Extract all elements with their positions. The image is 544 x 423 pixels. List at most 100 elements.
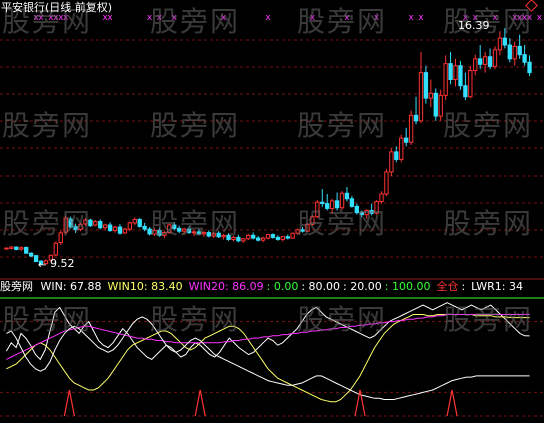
- candle-body: [157, 229, 162, 236]
- candle-body: [389, 151, 394, 173]
- candle-body: [413, 114, 419, 122]
- chart-stage: xxxxxxxxxxxxxxxxxxxxxxxxxx 股旁网 股旁网 股旁网 股…: [0, 0, 544, 423]
- candle-body: [147, 228, 152, 235]
- candle-body: [152, 229, 157, 235]
- x-marker: x: [38, 13, 44, 23]
- candle-body: [473, 58, 478, 72]
- candle-body: [374, 201, 379, 214]
- candle-body: [255, 237, 261, 241]
- candle-body: [404, 137, 409, 143]
- x-marker: x: [172, 13, 178, 23]
- candle-body: [320, 201, 325, 205]
- x-marker: x: [527, 13, 533, 23]
- indicator-value: : 80.00: [301, 280, 341, 293]
- candle-body: [300, 229, 305, 232]
- candle-body: [221, 234, 226, 238]
- candle-body: [443, 63, 448, 96]
- candle-body: [4, 247, 9, 250]
- candle-body: [482, 56, 488, 65]
- x-marker: x: [408, 13, 414, 23]
- x-marker: x: [344, 13, 350, 23]
- indicator-value: WIN: 67.88: [40, 280, 102, 293]
- candle-body: [132, 218, 137, 224]
- candle-body: [394, 151, 399, 160]
- price-low-label: 9.52: [50, 257, 75, 270]
- candle-body: [453, 65, 458, 80]
- candle-body: [181, 228, 187, 232]
- candle-body: [468, 70, 473, 98]
- x-marker: x: [221, 13, 227, 23]
- indicator-values: WIN: 67.88 WIN10: 83.40 WIN20: 86.09: 0.00…: [37, 280, 524, 294]
- candle-body: [384, 171, 389, 195]
- candle-body: [364, 210, 369, 216]
- candle-body: [236, 236, 241, 242]
- candle-body: [418, 72, 424, 122]
- candle-body: [305, 223, 310, 232]
- candle-body: [438, 94, 443, 117]
- candle-body: [78, 223, 83, 230]
- candle-body: [334, 200, 340, 209]
- candle-body: [201, 232, 207, 235]
- x-marker: x: [310, 13, 316, 23]
- candle-body: [83, 219, 88, 225]
- candle-body: [68, 218, 73, 228]
- indicator-legend: 股旁网 WIN: 67.88 WIN10: 83.40 WIN20: 86.09: …: [0, 280, 523, 294]
- candle-body: [177, 227, 182, 232]
- candle-body: [344, 192, 350, 200]
- series-line-lwr1: [6, 316, 530, 400]
- x-marker: x: [107, 13, 113, 23]
- candle-body: [63, 217, 68, 233]
- candle-body: [379, 193, 384, 203]
- candle-body: [53, 242, 58, 256]
- x-marker: x: [265, 13, 271, 23]
- candle-body: [448, 63, 453, 80]
- candle-body: [241, 238, 246, 242]
- candle-body: [14, 246, 19, 250]
- candle-body: [325, 203, 330, 209]
- candle-body: [315, 201, 320, 218]
- candle-body: [522, 54, 527, 63]
- candle-body: [354, 205, 359, 214]
- indicator-value: : 20.00: [343, 280, 382, 293]
- x-marker: x: [374, 13, 380, 23]
- candle-body: [28, 252, 34, 257]
- candle-body: [107, 224, 113, 231]
- candlestick-chart: xxxxxxxxxxxxxxxxxxxxxxxxxx: [0, 13, 544, 280]
- x-marker: x: [492, 13, 498, 23]
- candle-body: [137, 218, 142, 227]
- candle-body: [295, 229, 300, 234]
- candle-body: [260, 237, 266, 241]
- candle-body: [507, 44, 512, 60]
- candle-body: [206, 232, 211, 237]
- candle-body: [98, 221, 103, 229]
- signal-mark: [63, 389, 75, 417]
- candle-body: [310, 216, 315, 225]
- candle-body: [433, 92, 438, 117]
- candle-body: [216, 232, 221, 238]
- candle-body: [117, 226, 123, 234]
- candle-body: [142, 225, 147, 230]
- indicator-chart: [0, 297, 544, 417]
- candle-body: [127, 222, 132, 230]
- x-marker: x: [418, 13, 424, 23]
- candle-body: [339, 192, 345, 209]
- indicator-value: :: [461, 280, 466, 293]
- indicator-value: LWR1: 34: [471, 280, 524, 293]
- signal-mark: [354, 389, 366, 417]
- candle-body: [527, 61, 532, 74]
- candle-body: [458, 65, 463, 87]
- x-marker: x: [63, 13, 69, 23]
- indicator-value: WIN10: 83.40: [107, 280, 183, 293]
- candle-body: [9, 246, 14, 249]
- candle-body: [122, 228, 128, 234]
- candle-body: [112, 226, 118, 231]
- candle-body: [408, 114, 414, 143]
- candle-body: [93, 221, 98, 226]
- signal-mark: [446, 389, 458, 417]
- candle-body: [517, 45, 522, 56]
- candle-body: [463, 85, 468, 98]
- candle-body: [329, 200, 335, 209]
- indicator-value: : 100.00: [384, 280, 431, 293]
- candle-body: [275, 236, 281, 240]
- candle-body: [423, 72, 429, 99]
